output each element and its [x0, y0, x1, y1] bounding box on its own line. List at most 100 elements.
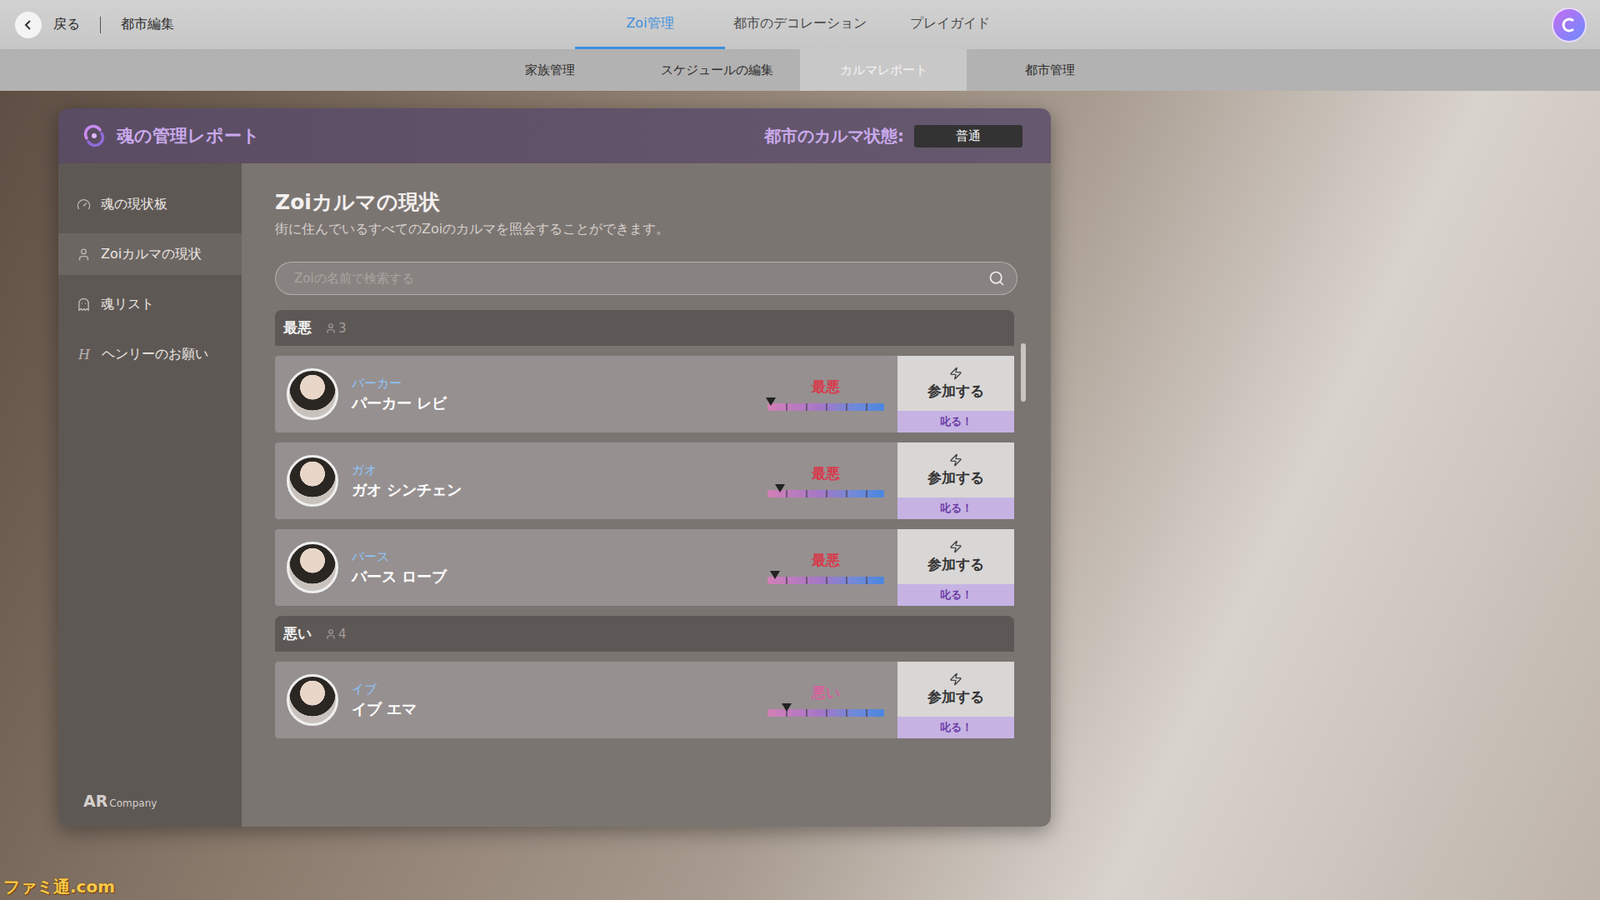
- lightning-icon: [949, 453, 963, 467]
- sub-tabs: 家族管理スケジュールの編集カルマレポート都市管理: [0, 49, 1600, 91]
- zoi-portrait: [286, 674, 339, 726]
- scold-button[interactable]: 叱る！: [897, 716, 1015, 739]
- karma-label: 悪い: [811, 683, 840, 703]
- content-title: Zoiカルマの現状: [275, 188, 1026, 216]
- zoi-row: ガオガオ シンチェン 最悪 参加する叱る！: [275, 442, 1015, 520]
- scold-button[interactable]: 叱る！: [897, 410, 1015, 433]
- karma-meter: [767, 490, 885, 498]
- row-actions: 参加する叱る！: [897, 442, 1015, 520]
- sidebar-item[interactable]: Zoiカルマの現状: [58, 233, 242, 275]
- game-screen: 戻る都市編集Zoi管理都市のデコレーションプレイガイド家族管理スケジュールの編集…: [0, 0, 1600, 900]
- panel-header: 魂の管理レポート都市のカルマ状態:普通: [58, 108, 1051, 164]
- search-input[interactable]: [292, 270, 989, 287]
- karma-marker: [781, 703, 792, 712]
- sidebar-item-label: Zoiカルマの現状: [100, 245, 202, 264]
- main-tab[interactable]: プレイガイド: [875, 0, 1025, 50]
- zoi-row: イブイブ エマ 悪い 参加する叱る！: [275, 661, 1015, 739]
- sidebar-item-icon: [76, 197, 91, 212]
- zoi-name: イブ エマ: [351, 699, 755, 720]
- logo-mark: AR: [83, 791, 108, 810]
- group-header: 悪い4: [275, 615, 1015, 652]
- sidebar-item[interactable]: 魂リスト: [58, 283, 242, 325]
- karma-state-label: 都市のカルマ状態:: [764, 125, 905, 148]
- company-logo: ARCompany: [58, 791, 242, 810]
- main-tab[interactable]: Zoi管理: [575, 0, 725, 50]
- zoi-family: イブ: [351, 681, 755, 698]
- join-button[interactable]: 参加する: [897, 355, 1015, 411]
- zoi-names: バースバース ローブ: [351, 549, 755, 587]
- zoi-family: バース: [351, 549, 755, 565]
- scold-button[interactable]: 叱る！: [897, 584, 1015, 606]
- soul-logo-icon: [81, 123, 107, 149]
- scrollbar[interactable]: [1020, 343, 1026, 402]
- zoi-name: パーカー レビ: [351, 393, 755, 414]
- karma-marker: [765, 397, 776, 406]
- join-button[interactable]: 参加する: [897, 442, 1015, 498]
- join-button[interactable]: 参加する: [897, 661, 1015, 717]
- top-right: [1025, 0, 1585, 50]
- back-label[interactable]: 戻る: [53, 15, 80, 34]
- row-actions: 参加する叱る！: [897, 355, 1015, 433]
- panel-body: 魂の現状板Zoiカルマの現状魂リストHヘンリーのお願いARCompanyZoiカ…: [58, 163, 1051, 827]
- zoi-portrait: [286, 541, 339, 594]
- zoi-row: バースバース ローブ 最悪 参加する叱る！: [275, 529, 1015, 606]
- main-tab[interactable]: 都市のデコレーション: [725, 0, 875, 50]
- sub-tab[interactable]: 家族管理: [466, 49, 634, 91]
- scold-button[interactable]: 叱る！: [897, 497, 1015, 520]
- zoi-family: パーカー: [351, 375, 755, 392]
- section-label: 都市編集: [120, 15, 175, 34]
- sidebar-item[interactable]: Hヘンリーのお願い: [58, 333, 242, 375]
- karma-label: 最悪: [811, 550, 840, 570]
- karma-meter: [767, 709, 885, 717]
- logo-text: Company: [109, 797, 157, 810]
- chevron-left-icon: [22, 19, 35, 31]
- main-tabs: Zoi管理都市のデコレーションプレイガイド: [575, 0, 1025, 50]
- karma-meter: [767, 576, 885, 585]
- person-icon: [325, 322, 337, 335]
- sub-tab[interactable]: 都市管理: [966, 49, 1134, 91]
- karma-label: 最悪: [811, 377, 840, 397]
- sidebar: 魂の現状板 Zoiカルマの現状魂リスト Hヘンリーのお願い ARCompany: [58, 163, 242, 827]
- breadcrumb: 戻る 都市編集: [15, 0, 575, 50]
- meter-ticks: [767, 490, 885, 498]
- sidebar-item-label: 魂リスト: [100, 295, 155, 314]
- top-bar: 戻る 都市編集 Zoi管理都市のデコレーションプレイガイド: [0, 0, 1600, 50]
- row-actions: 参加する叱る！: [897, 529, 1015, 606]
- background-photo: 魂の管理レポート都市のカルマ状態:普通魂の現状板Zoiカルマの現状魂リストHヘン…: [0, 90, 1600, 900]
- karma-marker: [775, 484, 785, 493]
- search-icon[interactable]: [988, 270, 1005, 287]
- watermark: ファミ通.com: [3, 875, 115, 899]
- panel-title: 魂の管理レポート: [116, 124, 755, 148]
- profile-avatar[interactable]: [1553, 9, 1585, 41]
- profile-icon: [1560, 15, 1579, 35]
- zoi-names: イブイブ エマ: [351, 681, 755, 720]
- sidebar-item-icon: [76, 247, 91, 262]
- join-label: 参加する: [927, 687, 985, 707]
- henry-icon: H: [76, 346, 92, 363]
- zoi-row: パーカーパーカー レビ 最悪 参加する叱る！: [275, 355, 1015, 433]
- group-header: 最悪3: [275, 310, 1015, 346]
- sub-tab[interactable]: スケジュールの編集: [633, 49, 800, 91]
- lightning-icon: [949, 672, 963, 686]
- join-button[interactable]: 参加する: [897, 529, 1015, 585]
- zoi-portrait: [286, 368, 339, 420]
- join-label: 参加する: [927, 555, 985, 575]
- group-count: 4: [325, 626, 347, 642]
- sub-tab[interactable]: カルマレポート: [800, 49, 967, 91]
- sidebar-item[interactable]: 魂の現状板: [58, 183, 242, 225]
- soul-report-panel: 魂の管理レポート都市のカルマ状態:普通魂の現状板Zoiカルマの現状魂リストHヘン…: [58, 108, 1051, 827]
- search-field: [275, 261, 1018, 295]
- karma-content: Zoiカルマの現状街に住んでいるすべてのZoiのカルマを照会することができます。…: [241, 163, 1051, 827]
- lightning-icon: [949, 540, 963, 554]
- karma-label: 最悪: [811, 464, 840, 484]
- zoi-names: パーカーパーカー レビ: [351, 375, 755, 414]
- content-subtitle: 街に住んでいるすべてのZoiのカルマを照会することができます。: [275, 220, 1026, 239]
- zoi-family: ガオ: [351, 462, 755, 479]
- karma-meter: [767, 403, 885, 411]
- karma-status: 最悪: [767, 377, 885, 411]
- zoi-name: ガオ シンチェン: [351, 480, 755, 500]
- zoi-name: バース ローブ: [351, 566, 755, 587]
- back-button[interactable]: [15, 11, 42, 39]
- karma-status: 悪い: [767, 683, 885, 717]
- karma-status: 最悪: [767, 464, 885, 498]
